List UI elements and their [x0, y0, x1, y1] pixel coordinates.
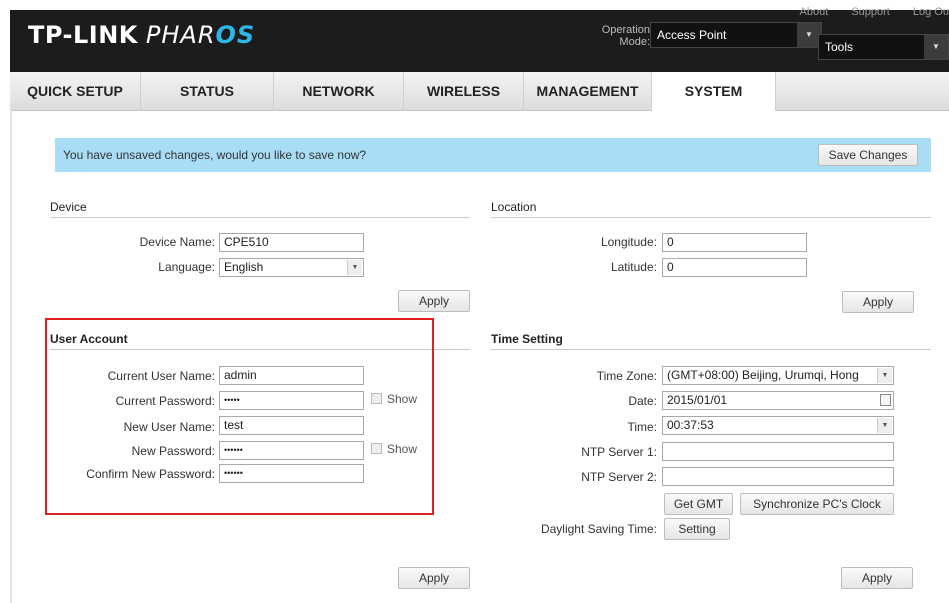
operation-mode-label: Operation Mode:: [580, 24, 650, 48]
longitude-label: Longitude:: [600, 235, 657, 249]
chevron-down-icon: ▼: [924, 35, 948, 59]
brand-name: TP-LINK: [28, 21, 138, 49]
ntp-server-1-input[interactable]: [662, 442, 894, 461]
device-name-label: Device Name:: [139, 235, 215, 249]
language-select[interactable]: English ▼: [219, 258, 364, 277]
product-name-prefix: PHAR: [145, 21, 216, 49]
product-name: PHAROS: [146, 21, 255, 49]
daylight-saving-time-label: Daylight Saving Time:: [540, 522, 657, 536]
time-zone-label: Time Zone:: [596, 369, 657, 383]
logout-link[interactable]: Log Ou: [913, 6, 949, 18]
synchronize-pc-clock-button[interactable]: Synchronize PC's Clock: [740, 493, 894, 515]
time-select[interactable]: 00:37:53 ▼: [662, 416, 894, 435]
calendar-icon[interactable]: [880, 394, 891, 406]
operation-mode-select[interactable]: Access Point ▼: [650, 22, 822, 48]
latitude-label: Latitude:: [610, 260, 657, 274]
tab-management[interactable]: MANAGEMENT: [524, 72, 652, 110]
ntp-server-2-input[interactable]: [662, 467, 894, 486]
tab-status[interactable]: STATUS: [141, 72, 274, 110]
unsaved-changes-message: You have unsaved changes, would you like…: [63, 148, 367, 162]
unsaved-changes-banner: You have unsaved changes, would you like…: [55, 138, 931, 172]
operation-mode-value: Access Point: [657, 28, 727, 42]
operation-mode-label-line1: Operation: [601, 24, 650, 36]
tp-link-pharos-logo: TP-LINK PHAROS: [28, 21, 255, 49]
user-account-apply-button[interactable]: Apply: [398, 567, 470, 589]
about-link[interactable]: About: [800, 6, 829, 18]
time-value: 00:37:53: [667, 418, 714, 432]
time-setting-section-title: Time Setting: [491, 332, 931, 350]
language-value: English: [224, 260, 264, 274]
daylight-saving-setting-button[interactable]: Setting: [664, 518, 730, 540]
date-label: Date:: [628, 394, 657, 408]
support-link[interactable]: Support: [851, 6, 890, 18]
top-links: About Support Log Ou: [780, 6, 949, 18]
location-section-title: Location: [491, 200, 931, 218]
product-name-suffix: OS: [215, 21, 256, 49]
longitude-input[interactable]: 0: [662, 233, 807, 252]
main-nav: QUICK SETUP STATUS NETWORK WIRELESS MANA…: [10, 72, 949, 111]
tab-network[interactable]: NETWORK: [274, 72, 404, 110]
tab-quick-setup[interactable]: QUICK SETUP: [10, 72, 141, 110]
tools-select[interactable]: Tools ▼: [818, 34, 949, 60]
ntp-server-1-label: NTP Server 1:: [581, 445, 657, 459]
tab-wireless[interactable]: WIRELESS: [404, 72, 524, 110]
chevron-down-icon: ▼: [877, 368, 892, 383]
time-setting-apply-button[interactable]: Apply: [841, 567, 913, 589]
language-label: Language:: [158, 260, 215, 274]
device-section-title: Device: [50, 200, 470, 218]
get-gmt-button[interactable]: Get GMT: [664, 493, 733, 515]
device-apply-button[interactable]: Apply: [398, 290, 470, 312]
time-label: Time:: [627, 420, 657, 434]
time-zone-value: (GMT+08:00) Beijing, Urumqi, Hong: [667, 368, 859, 382]
time-zone-select[interactable]: (GMT+08:00) Beijing, Urumqi, Hong ▼: [662, 366, 894, 385]
tools-value: Tools: [825, 40, 854, 54]
ntp-server-2-label: NTP Server 2:: [581, 470, 657, 484]
date-value: 2015/01/01: [667, 393, 728, 407]
content-left-border: [10, 110, 12, 603]
operation-mode-label-line2: Mode:: [619, 36, 650, 48]
save-changes-button[interactable]: Save Changes: [818, 144, 918, 166]
chevron-down-icon: ▼: [347, 260, 362, 275]
top-header: TP-LINK PHAROS About Support Log Ou Opera…: [10, 6, 949, 72]
user-account-highlight-box: [45, 318, 434, 515]
latitude-input[interactable]: 0: [662, 258, 807, 277]
location-apply-button[interactable]: Apply: [842, 291, 914, 313]
device-name-input[interactable]: CPE510: [219, 233, 364, 252]
tab-system[interactable]: SYSTEM: [652, 72, 776, 111]
chevron-down-icon: ▼: [877, 418, 892, 433]
date-input[interactable]: 2015/01/01: [662, 391, 894, 410]
